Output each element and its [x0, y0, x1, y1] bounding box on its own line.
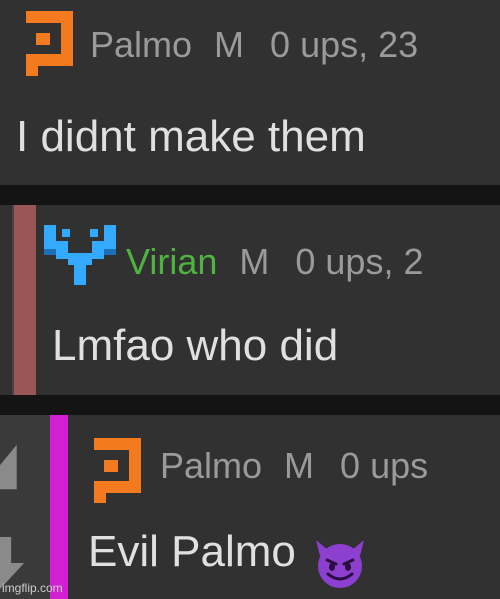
username-link[interactable]: Virian: [126, 241, 217, 283]
comment-header: Palmo M 0 ups, 23: [90, 24, 418, 66]
thread-indent-bar: [12, 205, 36, 395]
gender-label: M: [239, 241, 270, 282]
comment-header: Palmo M 0 ups: [160, 445, 428, 487]
comment-text: I didnt make them: [16, 112, 366, 161]
comment-header: Virian M 0 ups, 2: [126, 241, 423, 283]
gender-label: M: [284, 445, 315, 486]
comment-body: Evil Palmo: [88, 527, 370, 590]
comment-divider: [0, 185, 500, 205]
comment-3: Palmo M 0 ups Evil Palmo: [0, 415, 500, 599]
palmo-avatar-icon[interactable]: [8, 6, 78, 78]
thread-indent-bar: [50, 415, 68, 599]
username-link[interactable]: Palmo: [90, 24, 192, 66]
upvote-meta: 0 ups, 23: [270, 24, 419, 65]
vote-column: [0, 415, 50, 599]
comment-divider: [0, 395, 500, 415]
palmo-avatar-icon[interactable]: [76, 433, 146, 505]
virian-avatar-icon[interactable]: [42, 221, 118, 287]
comment-text: Lmfao who did: [52, 321, 339, 370]
comment-1: Palmo M 0 ups, 23 I didnt make them: [0, 0, 500, 185]
upvote-arrow-icon[interactable]: [0, 439, 26, 495]
gender-label: M: [214, 24, 245, 65]
upvote-meta: 0 ups: [340, 445, 429, 486]
imgflip-watermark: imgflip.com: [2, 581, 63, 595]
smiling-devil-emoji-icon: [316, 539, 365, 588]
upvote-meta: 0 ups, 2: [295, 241, 424, 282]
comment-text: Evil Palmo: [88, 527, 296, 576]
username-link[interactable]: Palmo: [160, 445, 262, 487]
comment-2: Virian M 0 ups, 2 Lmfao who did: [0, 205, 500, 395]
